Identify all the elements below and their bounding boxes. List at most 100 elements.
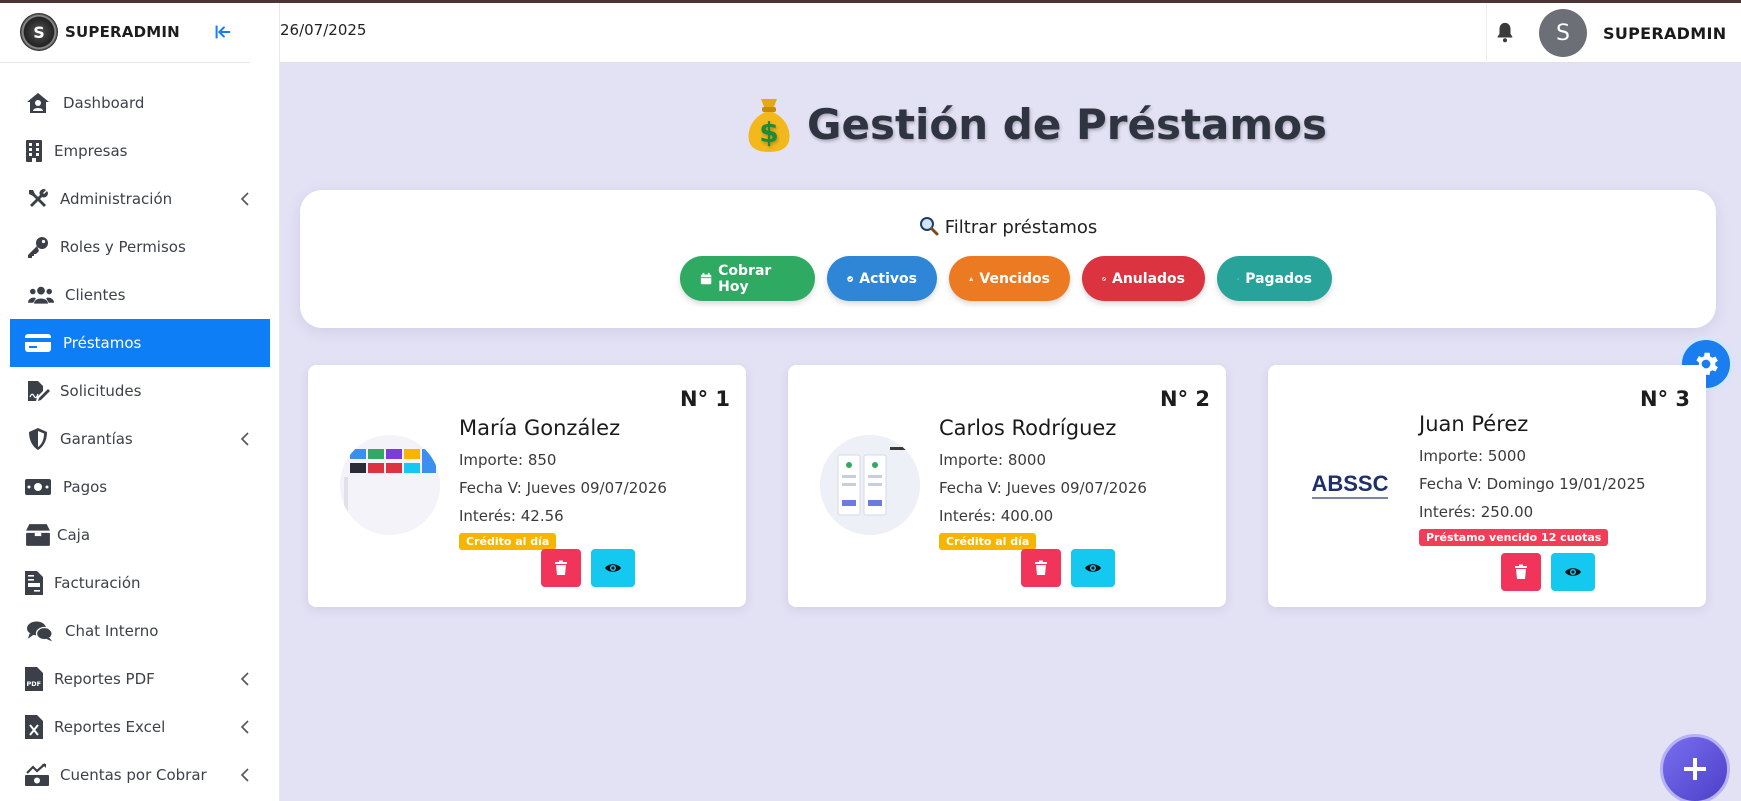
view-button[interactable]: [1551, 553, 1595, 591]
tools-icon: [24, 187, 52, 211]
user-name[interactable]: SUPERADMIN: [1603, 24, 1726, 43]
filter-label: Pagados: [1245, 270, 1312, 287]
file-signature-icon: [24, 379, 52, 403]
view-button[interactable]: [591, 549, 635, 587]
filter-activos-button[interactable]: Activos: [827, 256, 937, 301]
users-icon: [24, 283, 58, 307]
loan-card: N° 3 ABSSC Juan Pérez Importe: 5000 Fech…: [1268, 365, 1706, 607]
loan-amount: Importe: 850: [459, 451, 557, 469]
sidebar-item-label: Reportes PDF: [54, 670, 155, 688]
filter-label: Anulados: [1112, 270, 1185, 287]
top-accent-line: [0, 0, 1741, 3]
money-chart-icon: [24, 763, 52, 787]
sidebar-item-clientes[interactable]: Clientes: [0, 271, 280, 319]
box-icon: [24, 523, 52, 547]
trash-icon: [1035, 560, 1047, 575]
loan-thumbnail: ABSSC: [1300, 435, 1400, 535]
key-icon: [24, 235, 52, 259]
filter-cobrar-hoy-button[interactable]: Cobrar Hoy: [680, 256, 815, 301]
delete-button[interactable]: [1021, 549, 1061, 587]
brand-name: SUPERADMIN: [65, 23, 180, 41]
calendar-icon: [700, 272, 712, 284]
filter-card: Filtrar préstamos Cobrar Hoy Activos Ven…: [300, 190, 1716, 328]
client-name: Juan Pérez: [1419, 412, 1529, 436]
filter-anulados-button[interactable]: Anulados: [1082, 256, 1205, 301]
sidebar-item-caja[interactable]: Caja: [0, 511, 280, 559]
status-badge: Crédito al día: [939, 533, 1037, 550]
loan-due-date: Fecha V: Jueves 09/07/2026: [459, 479, 667, 497]
sidebar-item-label: Dashboard: [63, 94, 145, 112]
current-date: 26/07/2025: [280, 21, 367, 39]
sidebar-item-label: Administración: [60, 190, 173, 208]
sidebar-item-administracion[interactable]: Administración: [0, 175, 280, 223]
invoice-icon: [24, 571, 44, 595]
brand-logo: S: [20, 13, 58, 51]
filter-label: Activos: [859, 270, 917, 287]
sidebar-item-dashboard[interactable]: Dashboard: [0, 79, 280, 127]
filter-pagados-button[interactable]: Pagados: [1217, 256, 1332, 301]
sidebar-item-roles[interactable]: Roles y Permisos: [0, 223, 280, 271]
sidebar-item-label: Préstamos: [63, 334, 142, 352]
money-bill-icon: [24, 475, 52, 499]
page-title: $ Gestión de Préstamos: [745, 95, 1327, 153]
loan-card: N° 2 Carlos Rodríguez Importe: 8000 Fech…: [788, 365, 1226, 607]
loan-actions: [541, 549, 635, 587]
add-loan-button[interactable]: [1660, 734, 1730, 801]
loan-thumbnail: [820, 435, 920, 535]
sidebar-item-label: Cuentas por Cobrar: [60, 766, 207, 784]
sidebar-item-prestamos[interactable]: Préstamos: [10, 319, 270, 367]
chevron-left-icon: [240, 672, 249, 686]
delete-button[interactable]: [1501, 553, 1541, 591]
eye-icon: [1565, 568, 1581, 576]
topbar: 26/07/2025 S SUPERADMIN: [280, 3, 1741, 63]
money-bag-icon: $: [748, 99, 790, 152]
sidebar-item-cuentas-cobrar[interactable]: Cuentas por Cobrar: [0, 751, 280, 799]
sidebar-item-garantias[interactable]: Garantías: [0, 415, 280, 463]
building-icon: [24, 139, 44, 163]
loan-actions: [1021, 549, 1115, 587]
sidebar-item-label: Pagos: [63, 478, 108, 496]
loan-interest: Interés: 400.00: [939, 507, 1054, 525]
sidebar-item-label: Clientes: [65, 286, 126, 304]
sidebar-item-reportes-pdf[interactable]: PDF Reportes PDF: [0, 655, 280, 703]
loan-card: N° 1 María González Importe: 850 Fecha V…: [308, 365, 746, 607]
credit-card-icon: [24, 331, 52, 355]
client-name: Carlos Rodríguez: [939, 416, 1117, 440]
filter-vencidos-button[interactable]: Vencidos: [949, 256, 1070, 301]
sidebar-item-reportes-excel[interactable]: Reportes Excel: [0, 703, 280, 751]
sidebar-item-label: Solicitudes: [60, 382, 142, 400]
sidebar-item-chat[interactable]: Chat Interno: [0, 607, 280, 655]
status-badge: Préstamo vencido 12 cuotas: [1419, 529, 1609, 546]
view-button[interactable]: [1071, 549, 1115, 587]
loan-thumbnail: [340, 435, 440, 535]
brand: S SUPERADMIN: [0, 3, 250, 63]
bell-icon[interactable]: [1494, 21, 1516, 43]
loan-interest: Interés: 42.56: [459, 507, 564, 525]
eye-icon: [1085, 564, 1101, 572]
house-user-icon: [24, 91, 52, 115]
avatar[interactable]: S: [1539, 9, 1587, 57]
filter-label: Vencidos: [979, 270, 1050, 287]
sidebar-item-facturacion[interactable]: Facturación: [0, 559, 280, 607]
sidebar-item-label: Facturación: [54, 574, 141, 592]
double-check-icon: [1237, 277, 1240, 280]
sidebar-item-solicitudes[interactable]: Solicitudes: [0, 367, 280, 415]
chevron-left-icon: [240, 192, 249, 206]
svg-text:$: $: [759, 116, 778, 149]
delete-button[interactable]: [541, 549, 581, 587]
sidebar-item-empresas[interactable]: Empresas: [0, 127, 280, 175]
shield-icon: [24, 427, 52, 451]
filter-buttons: Cobrar Hoy Activos Vencidos Anulados Pag…: [680, 256, 1332, 301]
filter-label: Cobrar Hoy: [718, 262, 772, 295]
sidebar-item-label: Empresas: [54, 142, 128, 160]
thumbnail-logo-text: ABSSC: [1311, 471, 1388, 496]
eye-icon: [605, 564, 621, 572]
sidebar-item-pagos[interactable]: Pagos: [0, 463, 280, 511]
svg-text:PDF: PDF: [27, 680, 42, 688]
loan-number: N° 1: [680, 387, 730, 411]
sidebar-item-label: Caja: [57, 526, 91, 544]
sidebar-item-label: Garantías: [60, 430, 133, 448]
collapse-sidebar-icon[interactable]: [212, 21, 234, 43]
magnifier-icon: [919, 217, 939, 236]
status-badge: Crédito al día: [459, 533, 557, 550]
